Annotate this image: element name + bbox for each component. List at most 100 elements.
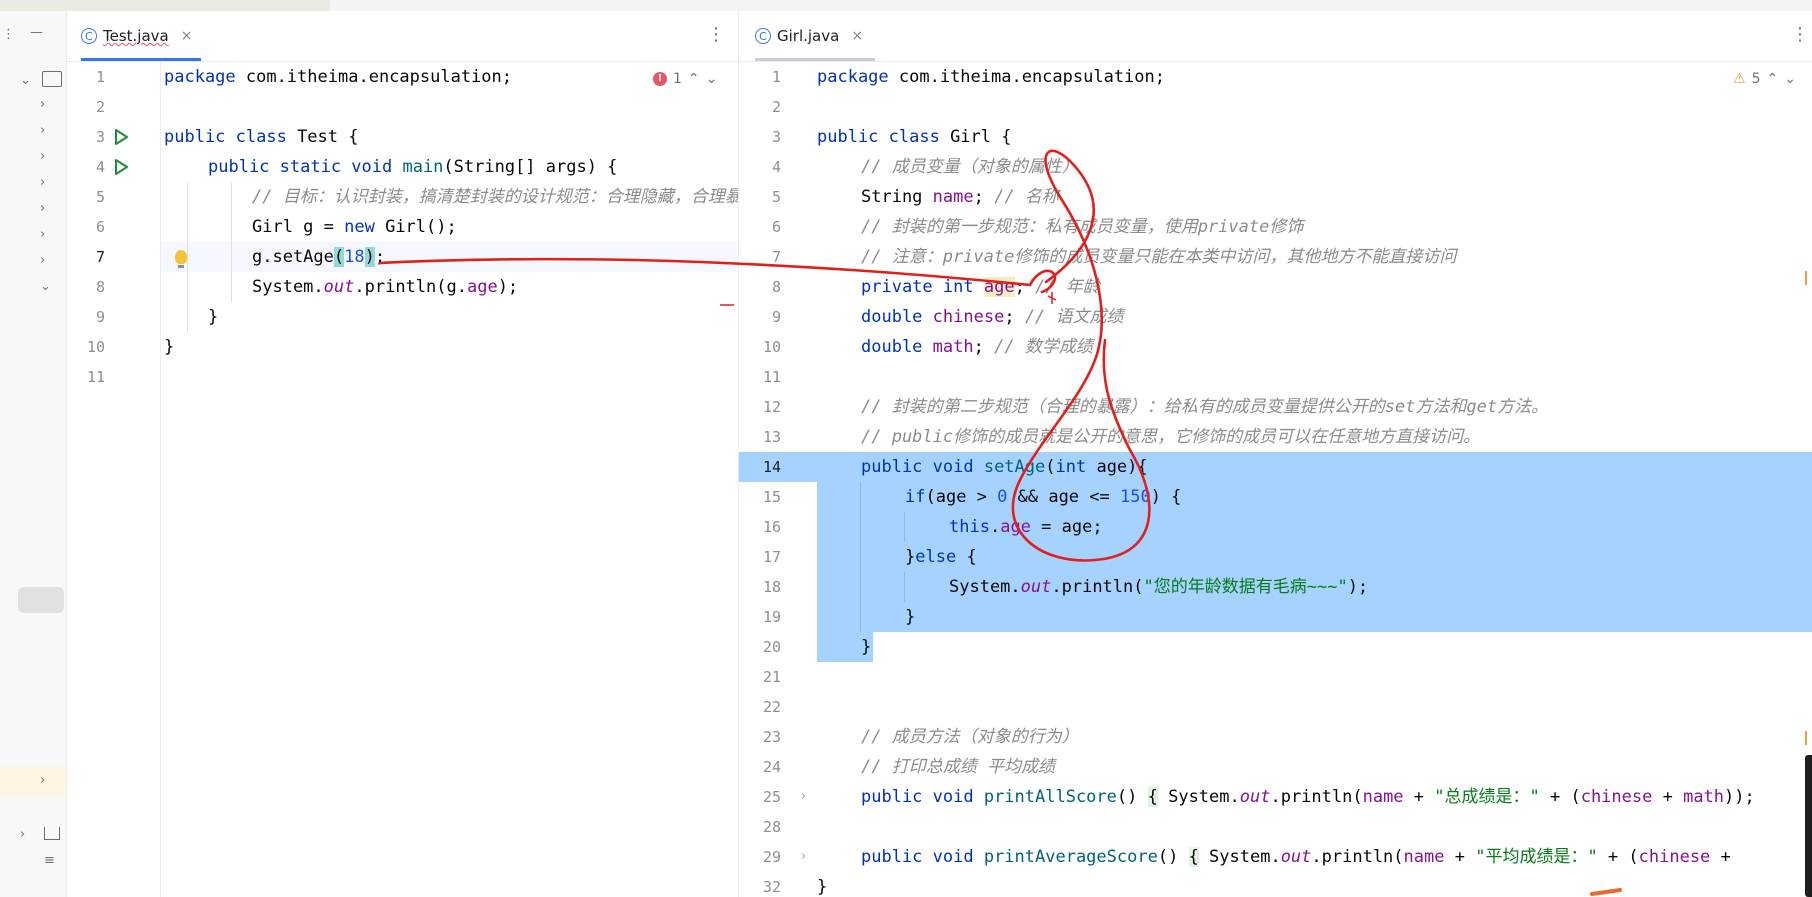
line-number: 9 bbox=[95, 308, 105, 326]
editor-tab-bar: C Girl.java × ⋮ bbox=[739, 11, 1812, 62]
line-number: 19 bbox=[762, 608, 781, 626]
line-number: 15 bbox=[762, 488, 781, 506]
code-line[interactable]: this.age = age; bbox=[949, 512, 1103, 542]
fold-expand-icon[interactable]: › bbox=[801, 789, 806, 804]
line-number: 10 bbox=[762, 338, 781, 356]
code-line[interactable]: // 封装的第二步规范（合理的暴露）：给私有的成员变量提供公开的set方法和ge… bbox=[861, 392, 1548, 422]
chevron-down-icon[interactable]: ⌄ bbox=[1784, 71, 1796, 87]
current-line-highlight bbox=[67, 242, 737, 272]
code-line[interactable]: } bbox=[208, 302, 218, 332]
run-icon[interactable] bbox=[114, 129, 128, 145]
scratches-icon[interactable]: ≡ bbox=[44, 853, 55, 869]
code-line[interactable]: // 注意：private修饰的成员变量只能在本类中访问，其他地方不能直接访问 bbox=[861, 242, 1456, 272]
chevron-right-icon[interactable]: › bbox=[40, 773, 45, 789]
folder-icon[interactable] bbox=[42, 71, 62, 87]
error-stripe-mark[interactable] bbox=[720, 304, 734, 306]
line-number: 3 bbox=[771, 128, 781, 146]
line-number: 18 bbox=[762, 578, 781, 596]
code-line[interactable]: // 成员方法（对象的行为） bbox=[861, 722, 1079, 752]
code-line[interactable]: // 成员变量（对象的属性） bbox=[861, 152, 1079, 182]
chevron-right-icon[interactable]: › bbox=[40, 123, 45, 139]
code-line[interactable]: g.setAge(18); bbox=[252, 242, 385, 272]
warning-stripe-mark[interactable] bbox=[1805, 731, 1807, 745]
chevron-up-icon[interactable]: ⌃ bbox=[1766, 71, 1778, 87]
close-icon[interactable]: × bbox=[181, 28, 193, 44]
code-line[interactable]: // 封装的第一步规范：私有成员变量，使用private修饰 bbox=[861, 212, 1303, 242]
tab-actions-kebab-icon[interactable]: ⋮ bbox=[1791, 25, 1809, 45]
code-line[interactable]: public void printAllScore() { System.out… bbox=[861, 782, 1755, 812]
tab-label: Girl.java bbox=[777, 27, 840, 45]
chevron-right-icon[interactable]: › bbox=[40, 175, 45, 191]
kebab-menu-icon[interactable]: ⋮ bbox=[2, 27, 15, 43]
indent-guide bbox=[187, 182, 188, 332]
error-icon: ! bbox=[653, 72, 667, 86]
code-line[interactable]: } bbox=[164, 332, 174, 362]
code-line[interactable]: // 目标：认识封装，搞清楚封装的设计规范：合理隐藏，合理暴露。 bbox=[252, 182, 738, 212]
tab-girl-java[interactable]: C Girl.java × bbox=[755, 11, 875, 61]
line-number: 9 bbox=[771, 308, 781, 326]
code-line[interactable]: } bbox=[817, 872, 827, 897]
warnings-indicator[interactable]: ⚠ 5 ⌃ ⌄ bbox=[1733, 71, 1796, 87]
chevron-right-icon[interactable]: › bbox=[40, 227, 45, 243]
code-line[interactable]: public class Girl { bbox=[817, 122, 1011, 152]
chevron-down-icon[interactable]: ⌄ bbox=[40, 279, 51, 295]
line-number: 11 bbox=[762, 368, 781, 386]
code-line[interactable]: public static void main(String[] args) { bbox=[208, 152, 617, 182]
line-number: 1 bbox=[771, 68, 781, 86]
chevron-down-icon[interactable]: ⌄ bbox=[20, 73, 31, 89]
line-number: 2 bbox=[771, 98, 781, 116]
line-number: 5 bbox=[771, 188, 781, 206]
code-line[interactable]: private int age; // 年龄 bbox=[861, 272, 1100, 302]
line-number: 4 bbox=[771, 158, 781, 176]
tab-actions-kebab-icon[interactable]: ⋮ bbox=[707, 25, 725, 45]
code-line[interactable]: String name; // 名称 bbox=[861, 182, 1059, 212]
code-line[interactable]: package com.itheima.encapsulation; bbox=[164, 62, 512, 92]
chevron-right-icon[interactable]: › bbox=[40, 149, 45, 165]
code-line[interactable]: public void setAge(int age){ bbox=[861, 452, 1148, 482]
line-number: 6 bbox=[95, 218, 105, 236]
code-line[interactable]: System.out.println(g.age); bbox=[252, 272, 518, 302]
warning-stripe-mark[interactable] bbox=[1805, 271, 1807, 285]
code-line[interactable]: if(age > 0 && age <= 150) { bbox=[905, 482, 1181, 512]
code-line[interactable]: public class Test { bbox=[164, 122, 358, 152]
code-line[interactable]: } bbox=[905, 602, 915, 632]
chevron-right-icon[interactable]: › bbox=[20, 827, 25, 843]
lightbulb-icon[interactable] bbox=[175, 250, 187, 268]
code-line[interactable]: }else { bbox=[905, 542, 977, 572]
code-line[interactable]: System.out.println("您的年龄数据有毛病~~~"); bbox=[949, 572, 1368, 602]
close-icon[interactable]: × bbox=[851, 28, 863, 44]
highlighted-tree-item[interactable] bbox=[0, 767, 66, 797]
class-icon: C bbox=[755, 28, 771, 44]
project-tool-strip: ⋮ — ⌄ › › › › › › › ⌄ › › ≡ bbox=[0, 11, 67, 897]
line-number: 12 bbox=[762, 398, 781, 416]
line-number: 16 bbox=[762, 518, 781, 536]
chevron-right-icon[interactable]: › bbox=[40, 97, 45, 113]
chevron-right-icon[interactable]: › bbox=[40, 253, 45, 269]
chevron-right-icon[interactable]: › bbox=[40, 201, 45, 217]
code-line[interactable]: } bbox=[861, 632, 871, 662]
tab-test-java[interactable]: C Test.java × bbox=[81, 11, 201, 61]
line-number: 11 bbox=[86, 368, 105, 386]
code-line[interactable]: // 打印总成绩 平均成绩 bbox=[861, 752, 1055, 782]
run-icon[interactable] bbox=[114, 159, 128, 175]
line-number: 24 bbox=[762, 758, 781, 776]
line-number: 20 bbox=[762, 638, 781, 656]
window-top-strip bbox=[0, 0, 1812, 11]
problems-indicator[interactable]: ! 1 ⌃ ⌄ bbox=[653, 71, 717, 87]
code-line[interactable]: public void printAverageScore() { System… bbox=[861, 842, 1741, 872]
line-number: 3 bbox=[95, 128, 105, 146]
code-line[interactable]: package com.itheima.encapsulation; bbox=[817, 62, 1165, 92]
code-line[interactable]: double chinese; // 语文成绩 bbox=[861, 302, 1124, 332]
library-icon[interactable] bbox=[44, 827, 60, 840]
minimize-icon[interactable]: — bbox=[30, 25, 43, 41]
indent-guide bbox=[904, 572, 905, 602]
chevron-up-icon[interactable]: ⌃ bbox=[688, 71, 700, 87]
line-number: 5 bbox=[95, 188, 105, 206]
chevron-down-icon[interactable]: ⌄ bbox=[706, 71, 718, 87]
code-line[interactable]: double math; // 数学成绩 bbox=[861, 332, 1093, 362]
code-line[interactable]: // public修饰的成员就是公开的意思，它修饰的成员可以在任意地方直接访问。 bbox=[861, 422, 1480, 452]
fold-expand-icon[interactable]: › bbox=[801, 849, 806, 864]
code-line[interactable]: Girl g = new Girl(); bbox=[252, 212, 457, 242]
editor-test-java: C Test.java × ⋮ ! 1 ⌃ ⌄ 1 2 3 4 5 6 7 8 … bbox=[67, 11, 739, 897]
selected-tree-item[interactable] bbox=[18, 587, 64, 613]
